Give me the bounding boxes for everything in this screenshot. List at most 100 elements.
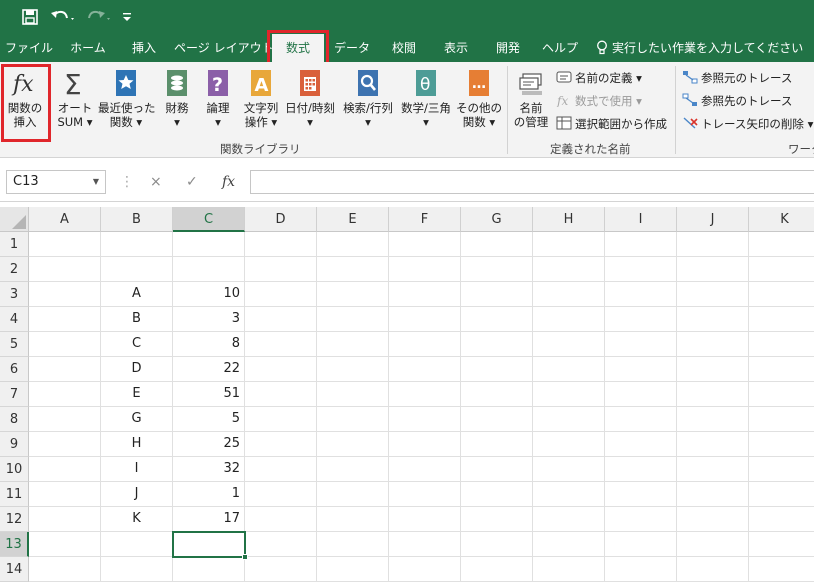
column-header-b[interactable]: B [101,207,173,232]
cell-b14[interactable] [101,557,173,582]
cell-g11[interactable] [461,482,533,507]
cell-c8[interactable]: 5 [173,407,245,432]
cell-h2[interactable] [533,257,605,282]
cell-d12[interactable] [245,507,317,532]
tab-help[interactable]: ヘルプ [536,34,584,62]
cell-b13[interactable] [101,532,173,557]
row-header-13[interactable]: 13 [0,532,29,557]
cell-i9[interactable] [605,432,677,457]
tab-view[interactable]: 表示 [434,34,478,62]
cell-b1[interactable] [101,232,173,257]
cell-f12[interactable] [389,507,461,532]
cell-c12[interactable]: 17 [173,507,245,532]
name-box[interactable]: C13 ▼ [6,170,106,194]
redo-icon[interactable] [84,7,114,27]
cell-g13[interactable] [461,532,533,557]
financial-button[interactable]: 財務 ▾ [158,66,196,136]
cell-j2[interactable] [677,257,749,282]
tab-review[interactable]: 校閲 [382,34,426,62]
row-header-3[interactable]: 3 [0,282,29,307]
cell-e11[interactable] [317,482,389,507]
cancel-icon[interactable]: × [150,174,162,190]
cell-d7[interactable] [245,382,317,407]
cell-a12[interactable] [29,507,101,532]
cell-a6[interactable] [29,357,101,382]
cell-i14[interactable] [605,557,677,582]
cell-i5[interactable] [605,332,677,357]
cell-f10[interactable] [389,457,461,482]
cell-g1[interactable] [461,232,533,257]
cell-b12[interactable]: K [101,507,173,532]
cell-f4[interactable] [389,307,461,332]
cell-a2[interactable] [29,257,101,282]
row-header-9[interactable]: 9 [0,432,29,457]
cell-k6[interactable] [749,357,814,382]
cell-c3[interactable]: 10 [173,282,245,307]
cell-a1[interactable] [29,232,101,257]
cell-j1[interactable] [677,232,749,257]
cell-b8[interactable]: G [101,407,173,432]
select-all-corner[interactable] [0,207,29,232]
date-time-button[interactable]: 日付/時刻 ▾ [282,66,338,136]
cell-e13[interactable] [317,532,389,557]
cell-f11[interactable] [389,482,461,507]
cell-a11[interactable] [29,482,101,507]
cell-d8[interactable] [245,407,317,432]
cell-g8[interactable] [461,407,533,432]
row-header-8[interactable]: 8 [0,407,29,432]
column-header-e[interactable]: E [317,207,389,232]
tab-insert[interactable]: 挿入 [122,34,166,62]
cell-e12[interactable] [317,507,389,532]
use-in-formula-button[interactable]: fx 数式で使用 ▾ [556,91,642,111]
column-header-a[interactable]: A [29,207,101,232]
cell-j9[interactable] [677,432,749,457]
cell-c9[interactable]: 25 [173,432,245,457]
cell-a3[interactable] [29,282,101,307]
cell-e7[interactable] [317,382,389,407]
cell-a4[interactable] [29,307,101,332]
cell-h6[interactable] [533,357,605,382]
chevron-down-icon[interactable]: ▼ [93,171,99,193]
cell-b7[interactable]: E [101,382,173,407]
cell-b2[interactable] [101,257,173,282]
cell-i11[interactable] [605,482,677,507]
cell-h5[interactable] [533,332,605,357]
cell-h10[interactable] [533,457,605,482]
cell-i4[interactable] [605,307,677,332]
customize-quick-access-icon[interactable] [120,7,134,27]
cell-a10[interactable] [29,457,101,482]
cell-h1[interactable] [533,232,605,257]
cell-h11[interactable] [533,482,605,507]
undo-icon[interactable] [48,7,78,27]
cell-b6[interactable]: D [101,357,173,382]
cell-f6[interactable] [389,357,461,382]
cell-j12[interactable] [677,507,749,532]
cell-i12[interactable] [605,507,677,532]
cell-c5[interactable]: 8 [173,332,245,357]
cell-h8[interactable] [533,407,605,432]
row-header-5[interactable]: 5 [0,332,29,357]
cell-j11[interactable] [677,482,749,507]
cell-k9[interactable] [749,432,814,457]
cell-b11[interactable]: J [101,482,173,507]
cell-e10[interactable] [317,457,389,482]
cell-h3[interactable] [533,282,605,307]
cell-g14[interactable] [461,557,533,582]
cell-g10[interactable] [461,457,533,482]
cell-e14[interactable] [317,557,389,582]
cell-e9[interactable] [317,432,389,457]
cell-d5[interactable] [245,332,317,357]
cell-i6[interactable] [605,357,677,382]
cell-i8[interactable] [605,407,677,432]
row-header-6[interactable]: 6 [0,357,29,382]
cell-a5[interactable] [29,332,101,357]
cell-e3[interactable] [317,282,389,307]
row-header-14[interactable]: 14 [0,557,29,582]
row-header-2[interactable]: 2 [0,257,29,282]
cell-e6[interactable] [317,357,389,382]
cell-k5[interactable] [749,332,814,357]
create-from-selection-button[interactable]: 選択範囲から作成 [556,114,667,134]
cell-h14[interactable] [533,557,605,582]
cell-g4[interactable] [461,307,533,332]
cell-f5[interactable] [389,332,461,357]
